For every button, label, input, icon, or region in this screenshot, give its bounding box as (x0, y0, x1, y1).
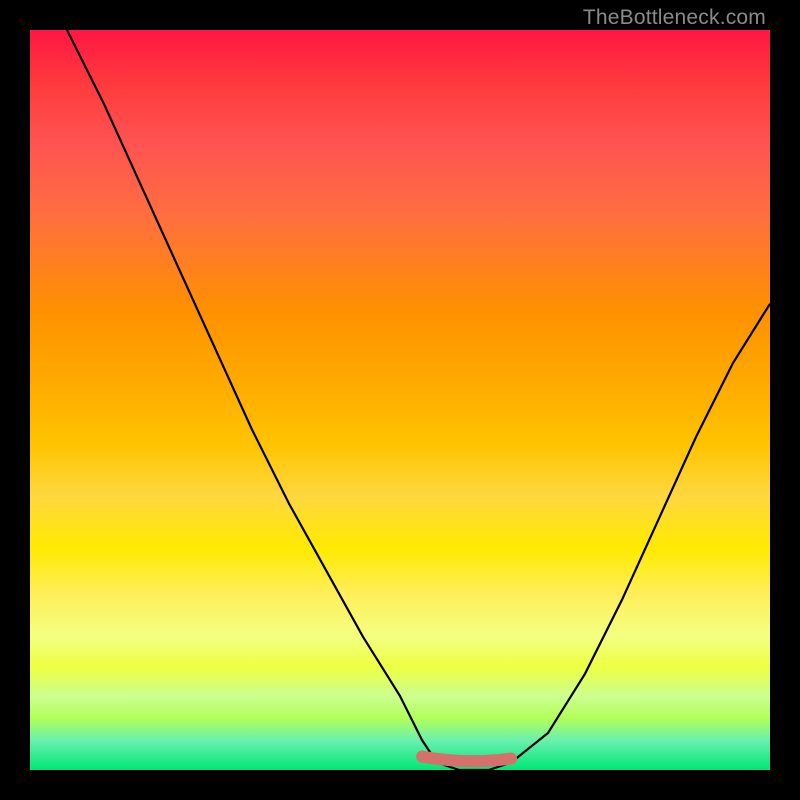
curve-line (67, 30, 770, 770)
bottleneck-curve (30, 30, 770, 770)
plot-area (30, 30, 770, 770)
optimal-end-marker (505, 753, 517, 765)
optimal-start-marker (416, 751, 428, 763)
watermark-text: TheBottleneck.com (583, 6, 766, 30)
optimal-region (422, 757, 511, 762)
chart-container: TheBottleneck.com (0, 0, 800, 800)
